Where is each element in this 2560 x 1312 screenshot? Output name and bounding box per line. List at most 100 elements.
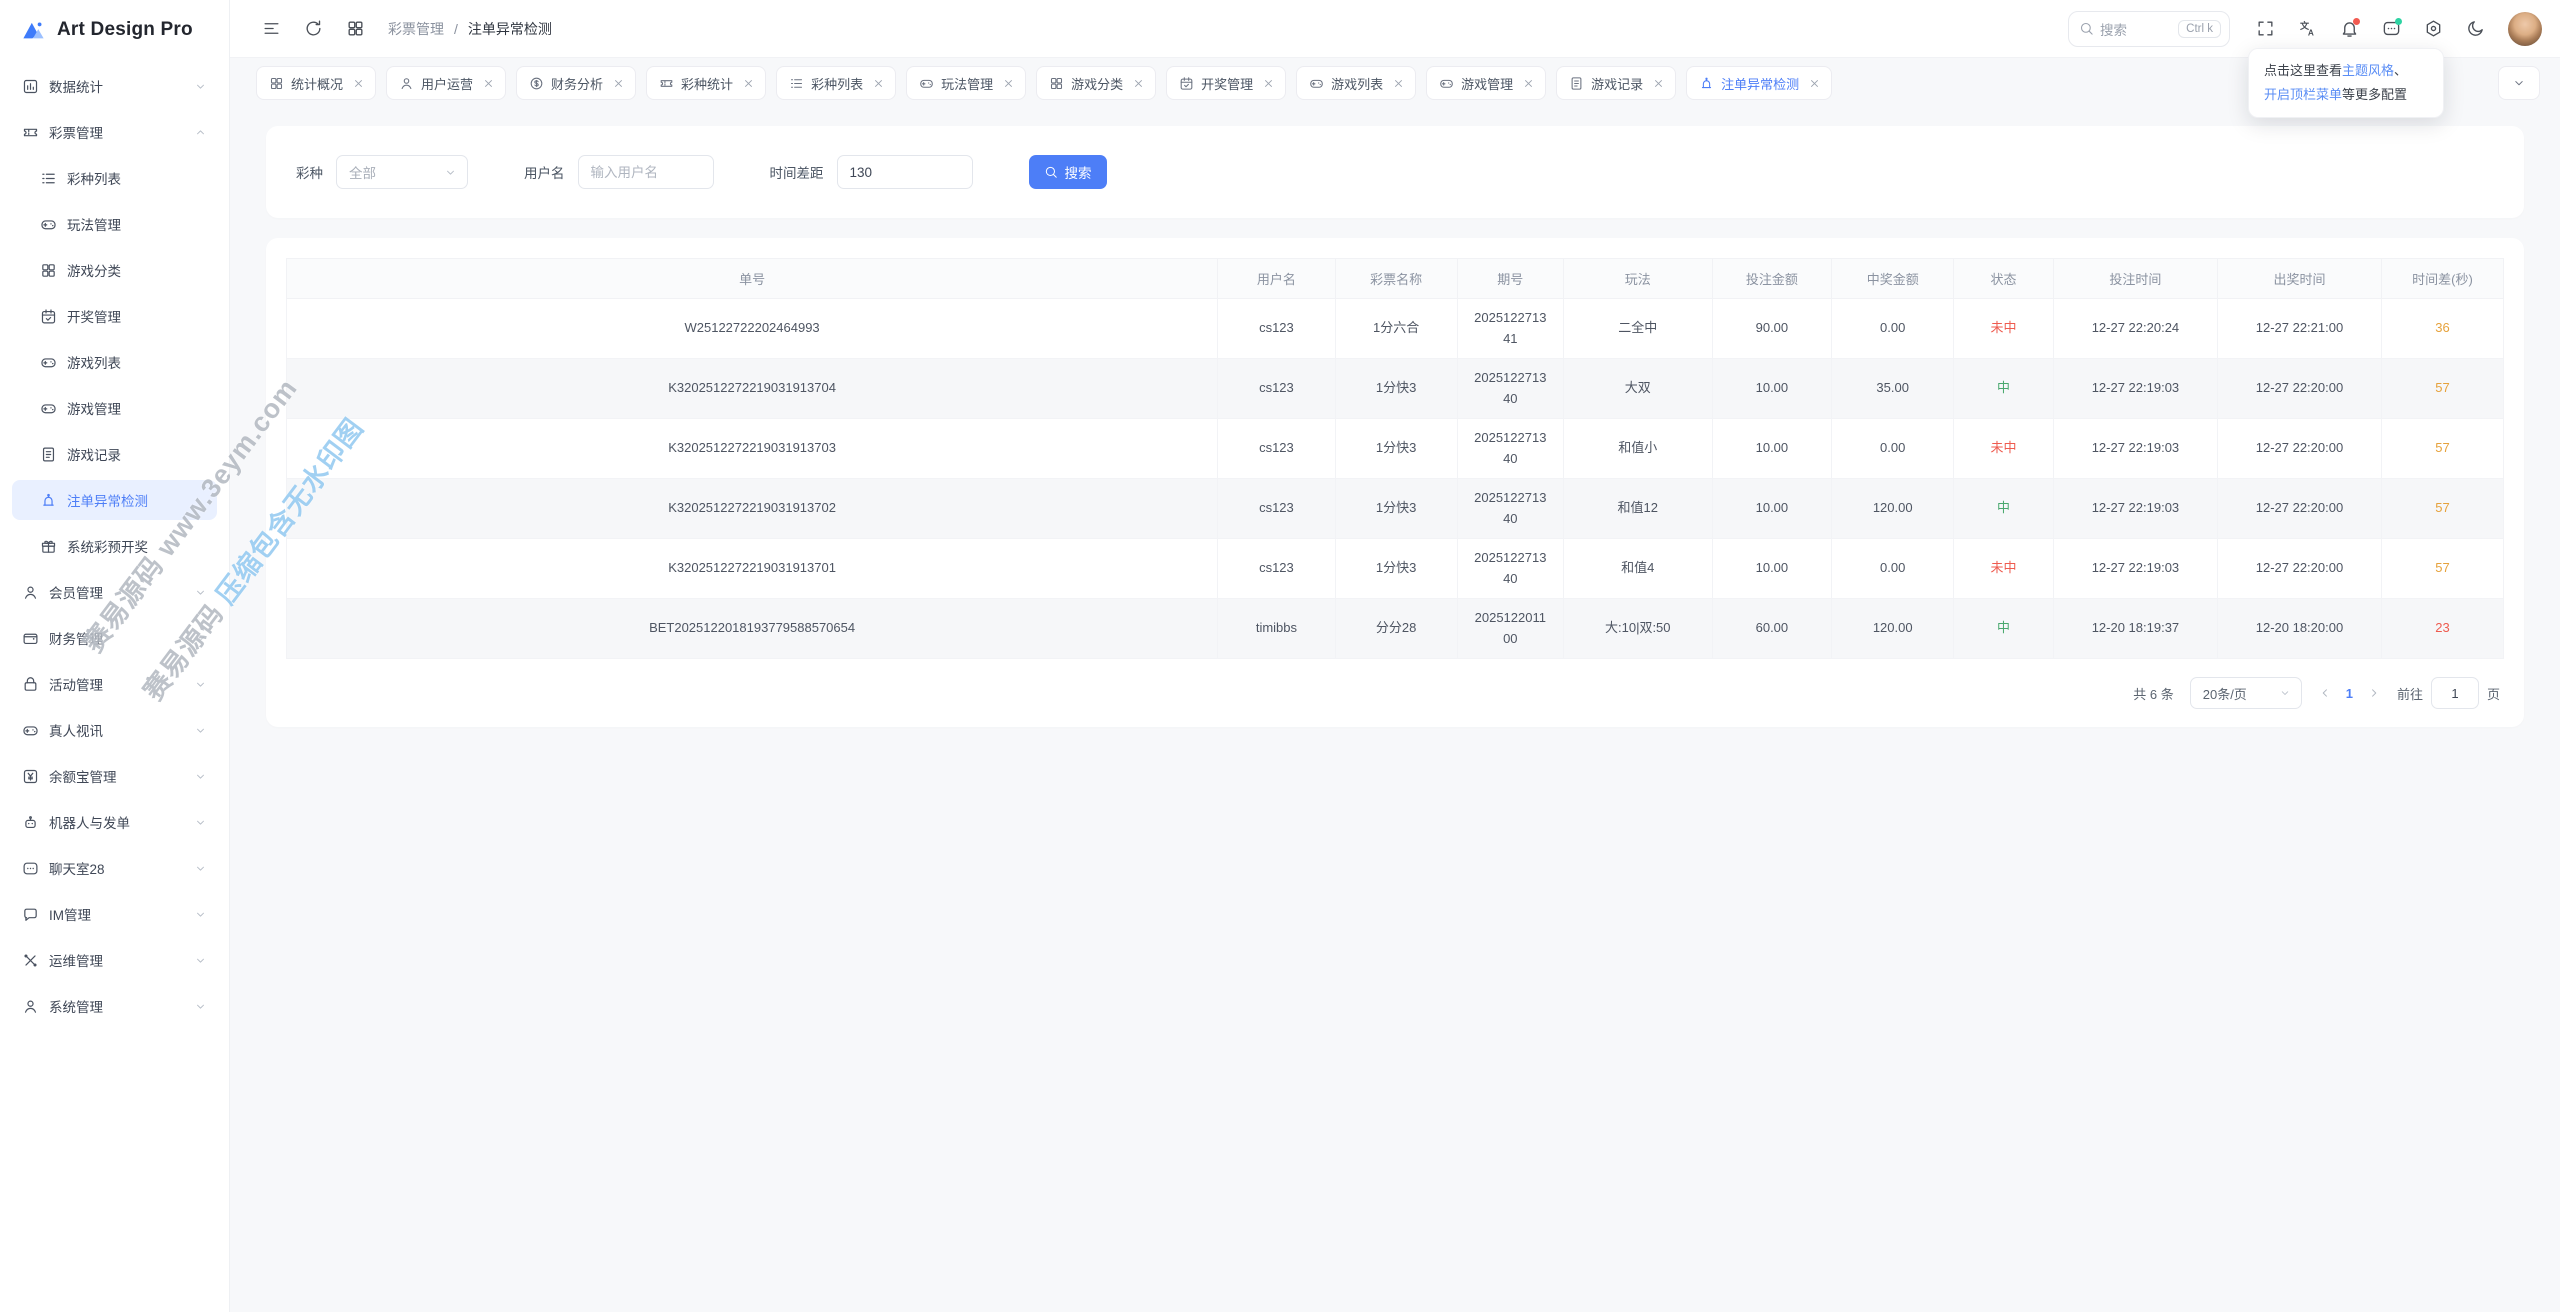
sidebar-item-lottery-mgmt[interactable]: 彩票管理: [12, 112, 217, 152]
tab-close-icon[interactable]: [1522, 77, 1535, 90]
sidebar-item-chatroom-28[interactable]: 聊天室28: [12, 848, 217, 888]
lottery-select[interactable]: 全部: [336, 155, 468, 189]
page-size-value: 20条/页: [2203, 684, 2247, 703]
tooltip-topbar-link[interactable]: 开启顶栏菜单: [2264, 87, 2342, 102]
cell-bet-amount: 90.00: [1712, 299, 1832, 359]
sidebar-item-yuebao-mgmt[interactable]: 余额宝管理: [12, 756, 217, 796]
cell-username: timibbs: [1218, 599, 1336, 659]
sidebar-item-game-list[interactable]: 游戏列表: [12, 342, 217, 382]
tooltip-theme-link[interactable]: 主题风格: [2342, 63, 2394, 78]
tab-close-icon[interactable]: [1002, 77, 1015, 90]
settings-gear-button[interactable]: [2414, 11, 2452, 47]
sidebar-item-play-mgmt[interactable]: 玩法管理: [12, 204, 217, 244]
cell-win-amount: 0.00: [1832, 299, 1954, 359]
breadcrumb-parent[interactable]: 彩票管理: [388, 19, 444, 39]
cell-diff: 57: [2382, 539, 2504, 599]
tab-game-category[interactable]: 游戏分类: [1036, 66, 1156, 100]
sidebar-item-label: 数据统计: [49, 76, 194, 96]
chevron-down-icon: [194, 586, 207, 599]
sidebar-item-im-mgmt[interactable]: IM管理: [12, 894, 217, 934]
cell-diff: 57: [2382, 419, 2504, 479]
sidebar-item-ops-mgmt[interactable]: 运维管理: [12, 940, 217, 980]
tab-close-icon[interactable]: [1132, 77, 1145, 90]
sidebar-item-game-records[interactable]: 游戏记录: [12, 434, 217, 474]
tab-close-icon[interactable]: [612, 77, 625, 90]
filter-timediff-group: 时间差距: [770, 155, 973, 189]
yen-icon: [22, 768, 39, 785]
cell-diff: 23: [2382, 599, 2504, 659]
tab-close-icon[interactable]: [872, 77, 885, 90]
tab-lottery-list[interactable]: 彩种列表: [776, 66, 896, 100]
tab-label: 彩种列表: [811, 74, 863, 93]
app-logo[interactable]: Art Design Pro: [12, 0, 217, 60]
tab-draw-mgmt[interactable]: 开奖管理: [1166, 66, 1286, 100]
tab-close-icon[interactable]: [742, 77, 755, 90]
search-shortcut-badge: Ctrl k: [2178, 20, 2221, 38]
dark-mode-moon-button[interactable]: [2456, 11, 2494, 47]
chevron-down-icon: [194, 816, 207, 829]
next-page-button[interactable]: [2367, 686, 2381, 700]
breadcrumb-current: 注单异常检测: [468, 19, 552, 39]
tabs-dropdown-button[interactable]: [2498, 66, 2540, 100]
chevron-down-icon: [2279, 687, 2291, 699]
sidebar-item-member-mgmt[interactable]: 会员管理: [12, 572, 217, 612]
sidebar-item-finance-mgmt[interactable]: 财务管理: [12, 618, 217, 658]
tab-close-icon[interactable]: [1652, 77, 1665, 90]
username-input[interactable]: [578, 155, 714, 189]
tab-finance-analysis[interactable]: 财务分析: [516, 66, 636, 100]
tab-close-icon[interactable]: [1392, 77, 1405, 90]
prev-page-button[interactable]: [2318, 686, 2332, 700]
sidebar-item-live-video[interactable]: 真人视讯: [12, 710, 217, 750]
sidebar-item-abnormal-bet-detect[interactable]: 注单异常检测: [12, 480, 217, 520]
search-button[interactable]: 搜索: [1029, 155, 1107, 189]
bets-table: 单号用户名彩票名称期号玩法投注金额中奖金额状态投注时间出奖时间时间差(秒) W2…: [286, 258, 2504, 659]
lottery-filter-label: 彩种: [296, 162, 323, 182]
current-page-number[interactable]: 1: [2346, 686, 2353, 701]
cell-status: 中: [1954, 599, 2054, 659]
tab-close-icon[interactable]: [482, 77, 495, 90]
column-header-8: 投注时间: [2053, 259, 2217, 299]
sidebar-item-system-mgmt[interactable]: 系统管理: [12, 986, 217, 1026]
global-search-input[interactable]: 搜索 Ctrl k: [2068, 11, 2230, 47]
tab-stats-overview[interactable]: 统计概况: [256, 66, 376, 100]
tab-lottery-stats[interactable]: 彩种统计: [646, 66, 766, 100]
goto-page-input[interactable]: [2431, 677, 2479, 709]
sidebar-item-game-category[interactable]: 游戏分类: [12, 250, 217, 290]
tab-game-mgmt[interactable]: 游戏管理: [1426, 66, 1546, 100]
tab-close-icon[interactable]: [1808, 77, 1821, 90]
tab-close-icon[interactable]: [352, 77, 365, 90]
cell-order-no: W25122722202464993: [287, 299, 1218, 359]
tab-label: 用户运营: [421, 74, 473, 93]
tab-game-records[interactable]: 游戏记录: [1556, 66, 1676, 100]
sidebar-item-draw-mgmt[interactable]: 开奖管理: [12, 296, 217, 336]
cell-draw-time: 12-27 22:21:00: [2217, 299, 2381, 359]
tab-label: 玩法管理: [941, 74, 993, 93]
tab-user-operation[interactable]: 用户运营: [386, 66, 506, 100]
messages-button[interactable]: [2372, 11, 2410, 47]
refresh-button[interactable]: [294, 11, 332, 47]
collapse-menu-button[interactable]: [252, 11, 290, 47]
search-placeholder: 搜索: [2100, 19, 2127, 39]
sidebar-item-game-mgmt[interactable]: 游戏管理: [12, 388, 217, 428]
cell-bet-amount: 10.00: [1712, 419, 1832, 479]
gamepad-icon: [40, 354, 57, 371]
notifications-bell-button[interactable]: [2330, 11, 2368, 47]
sidebar-item-data-stats[interactable]: 数据统计: [12, 66, 217, 106]
tab-close-icon[interactable]: [1262, 77, 1275, 90]
translate-button[interactable]: 文A: [2288, 11, 2326, 47]
sidebar-item-system-pre-draw[interactable]: 系统彩预开奖: [12, 526, 217, 566]
tooltip-separator: 、: [2394, 63, 2407, 78]
sidebar-item-activity-mgmt[interactable]: 活动管理: [12, 664, 217, 704]
apps-grid-button[interactable]: [336, 11, 374, 47]
user-avatar[interactable]: [2508, 12, 2542, 46]
timediff-input[interactable]: [837, 155, 973, 189]
sidebar-item-lottery-list[interactable]: 彩种列表: [12, 158, 217, 198]
sidebar-item-robot-orders[interactable]: 机器人与发单: [12, 802, 217, 842]
chevron-down-icon: [194, 862, 207, 875]
tab-play-mgmt[interactable]: 玩法管理: [906, 66, 1026, 100]
cell-username: cs123: [1218, 479, 1336, 539]
page-size-select[interactable]: 20条/页: [2190, 677, 2302, 709]
tab-abnormal-bet-detect[interactable]: 注单异常检测: [1686, 66, 1832, 100]
fullscreen-button[interactable]: [2246, 11, 2284, 47]
tab-game-list[interactable]: 游戏列表: [1296, 66, 1416, 100]
